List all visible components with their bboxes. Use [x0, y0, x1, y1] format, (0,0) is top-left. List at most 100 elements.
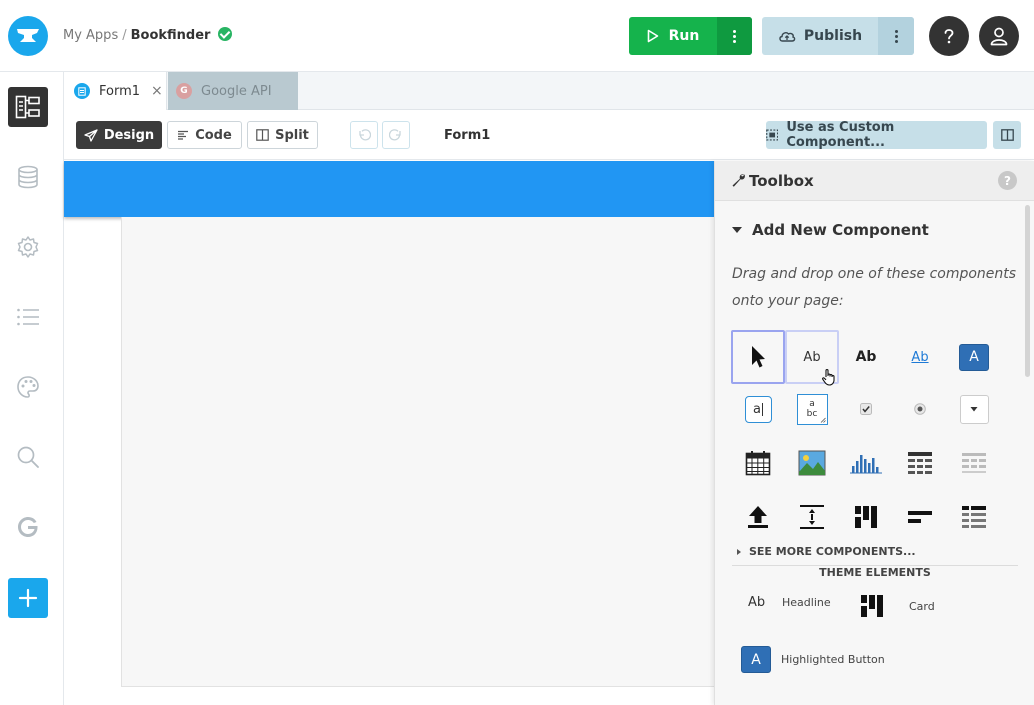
linear-panel-icon: [962, 506, 986, 528]
theme-item-headline[interactable]: Ab Headline: [748, 595, 831, 610]
tab-google-api[interactable]: G Google API: [168, 72, 298, 110]
radio-button-icon: [914, 403, 926, 415]
cloud-upload-icon: [779, 32, 796, 42]
undo-icon: [359, 129, 371, 141]
run-label: Run: [668, 28, 700, 44]
component-link[interactable]: Ab: [893, 330, 947, 384]
component-spacer[interactable]: [785, 490, 839, 544]
breadcrumb-my-apps[interactable]: My Apps: [63, 28, 118, 43]
run-options-button[interactable]: [717, 17, 752, 55]
custom-component-label: Use as Custom Component...: [786, 120, 895, 150]
component-button[interactable]: A: [947, 330, 1001, 384]
component-plot[interactable]: [839, 436, 893, 490]
code-lines-icon: [178, 130, 189, 140]
repeating-panel-icon: [962, 453, 986, 473]
help-button[interactable]: [929, 16, 969, 56]
button-component-icon: A: [959, 343, 989, 371]
sidebar-item-outline[interactable]: [8, 297, 48, 337]
split-label: Split: [275, 127, 309, 143]
list-icon: [17, 308, 39, 326]
tab-form1[interactable]: Form1 ×: [64, 72, 167, 110]
close-icon[interactable]: ×: [151, 83, 163, 99]
add-new-component-toggle[interactable]: Add New Component: [732, 221, 929, 239]
sidebar-item-google-service[interactable]: [8, 507, 48, 547]
sidebar-item-data-tables[interactable]: [8, 157, 48, 197]
user-icon: [990, 27, 1008, 46]
theme-item-card[interactable]: Card: [861, 595, 935, 617]
table-grid-icon: [908, 452, 932, 474]
split-button[interactable]: Split: [247, 121, 318, 149]
component-file-loader[interactable]: [731, 490, 785, 544]
app-name[interactable]: Bookfinder: [131, 28, 211, 43]
palette-icon: [17, 376, 39, 398]
undo-button[interactable]: [350, 121, 378, 149]
component-repeating-panel[interactable]: [947, 436, 1001, 490]
rich-text-component-icon: Ab: [855, 349, 877, 365]
anvil-logo-icon[interactable]: [8, 16, 48, 56]
component-data-grid[interactable]: [893, 436, 947, 490]
breadcrumb-separator: /: [122, 28, 127, 43]
component-flow-panel[interactable]: [893, 490, 947, 544]
play-icon: [647, 29, 658, 43]
component-label[interactable]: Ab: [785, 330, 839, 386]
label-component-icon: Ab: [803, 349, 821, 365]
caret-down-icon: [732, 227, 742, 233]
sidebar-item-app-structure[interactable]: [8, 87, 48, 127]
sidebar-item-settings[interactable]: [8, 227, 48, 267]
sidebar-item-search[interactable]: [8, 437, 48, 477]
bar-chart-icon: [850, 455, 882, 474]
highlighted-button-label: Highlighted Button: [781, 653, 885, 666]
sidebar-item-add-feature[interactable]: [8, 578, 48, 618]
more-vertical-icon: [733, 29, 736, 43]
design-button[interactable]: Design: [76, 121, 162, 149]
publish-button-group: Publish: [762, 17, 914, 55]
plus-icon: [18, 588, 38, 608]
publish-label: Publish: [803, 28, 863, 44]
redo-button[interactable]: [382, 121, 410, 149]
caret-right-icon: [737, 548, 741, 555]
toolbox-hint: Drag and drop one of these components on…: [732, 266, 1017, 309]
use-as-custom-component-button[interactable]: Use as Custom Component...: [766, 120, 987, 150]
tab-google-api-label: Google API: [201, 83, 272, 99]
component-pointer[interactable]: [731, 330, 785, 384]
more-vertical-icon: [894, 29, 898, 43]
see-more-components-toggle[interactable]: SEE MORE COMPONENTS...: [737, 545, 916, 558]
publish-options-button[interactable]: [878, 17, 914, 55]
saved-check-icon: [218, 27, 233, 41]
split-view-icon: [256, 129, 269, 141]
publish-button[interactable]: Publish: [762, 17, 878, 55]
card-label: Card: [909, 599, 935, 613]
theme-elements-title: THEME ELEMENTS: [819, 566, 931, 579]
component-radio-button[interactable]: [893, 382, 947, 436]
headline-component-icon: Ab: [748, 595, 766, 610]
card-icon: [861, 595, 883, 617]
component-date-picker[interactable]: [731, 436, 785, 490]
paper-plane-icon: [84, 128, 98, 142]
component-column-panel[interactable]: [839, 490, 893, 544]
component-textbox[interactable]: a: [731, 382, 785, 436]
account-button[interactable]: [979, 16, 1019, 56]
component-rich-text[interactable]: Ab: [839, 330, 893, 384]
form-title-bar[interactable]: [64, 161, 714, 217]
design-canvas[interactable]: [64, 161, 714, 705]
cursor-arrow-icon: [752, 346, 765, 368]
component-linear-panel[interactable]: [947, 490, 1001, 544]
form-file-icon: [74, 83, 90, 99]
component-image[interactable]: [785, 436, 839, 490]
component-checkbox[interactable]: [839, 382, 893, 436]
toggle-panel-button[interactable]: [993, 121, 1021, 149]
textarea-component-icon: a bc: [796, 393, 828, 425]
toolbox-title: Toolbox: [749, 172, 814, 190]
form-content-area[interactable]: [121, 217, 714, 687]
component-dropdown[interactable]: [947, 382, 1001, 436]
run-button[interactable]: Run: [629, 17, 717, 55]
question-icon: [944, 29, 954, 44]
theme-item-highlighted-button[interactable]: A Highlighted Button: [741, 646, 885, 673]
panel-layout-icon: [1000, 129, 1014, 141]
wrench-icon: [732, 174, 745, 187]
code-button[interactable]: Code: [167, 121, 242, 149]
app-structure-icon: [15, 95, 40, 119]
sidebar-item-theme[interactable]: [8, 367, 48, 407]
toolbox-help-icon[interactable]: ?: [998, 171, 1017, 190]
component-textarea[interactable]: a bc: [785, 382, 839, 436]
